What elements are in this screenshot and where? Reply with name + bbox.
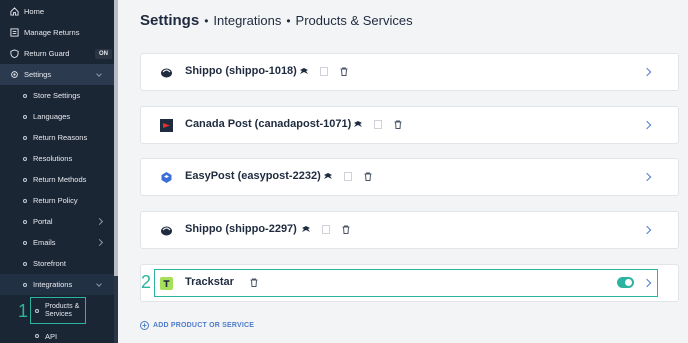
chevron-right-icon[interactable] <box>642 225 652 235</box>
sidebar-item-manage-returns[interactable]: Manage Returns <box>0 22 114 43</box>
sidebar-item-api[interactable]: API <box>0 327 114 343</box>
sidebar-item-return-policy[interactable]: Return Policy <box>0 190 114 211</box>
annotation-number-2: 2 <box>141 272 152 292</box>
add-label: ADD PRODUCT OR SERVICE <box>153 322 255 329</box>
sidebar-item-label: Return Guard <box>24 49 70 58</box>
breadcrumb-root[interactable]: Settings <box>140 12 199 29</box>
sidebar-item-label: Integrations <box>33 280 73 289</box>
shippo-logo-icon <box>160 224 173 237</box>
bullet-icon <box>35 334 39 338</box>
sidebar-item-label: Manage Returns <box>24 28 80 37</box>
chevron-right-icon[interactable] <box>642 67 652 77</box>
sidebar-item-label: Return Policy <box>33 196 78 205</box>
bug-icon[interactable] <box>353 119 363 129</box>
returns-icon <box>10 28 19 37</box>
sidebar-item-label: Store Settings <box>33 91 81 100</box>
sidebar-item-label: Portal <box>33 217 53 226</box>
copy-icon[interactable] <box>343 171 353 181</box>
sidebar-item-label: Home <box>24 7 45 16</box>
canadapost-logo-icon <box>160 119 173 132</box>
integration-name: Canada Post (canadapost-1071) <box>185 118 352 130</box>
bullet-icon <box>23 261 27 266</box>
sidebar-item-resolutions[interactable]: Resolutions <box>0 148 114 169</box>
breadcrumb-integrations[interactable]: Integrations <box>213 13 281 28</box>
sidebar-item-languages[interactable]: Languages <box>0 106 114 127</box>
chevron-right-icon <box>95 238 104 247</box>
shield-icon <box>10 49 19 58</box>
bullet-icon <box>23 135 27 140</box>
integration-card-easypost-2232[interactable]: EasyPost (easypost-2232) <box>140 158 679 196</box>
gear-icon <box>10 70 19 79</box>
sidebar-item-label: Storefront <box>33 259 66 268</box>
chevron-down-icon <box>96 280 102 287</box>
sidebar-scrollbar[interactable] <box>114 0 118 343</box>
copy-icon[interactable] <box>319 66 329 76</box>
trash-icon[interactable] <box>363 171 373 181</box>
sidebar-item-portal[interactable]: Portal <box>0 211 114 232</box>
plus-circle-icon: + <box>140 321 149 330</box>
breadcrumb: Settings • Integrations • Products & Ser… <box>140 12 413 29</box>
trash-icon[interactable] <box>393 119 403 129</box>
sidebar-item-integrations[interactable]: Integrations <box>0 274 114 295</box>
chevron-right-icon[interactable] <box>642 172 652 182</box>
sidebar: Home Manage Returns Return Guard ON Sett… <box>0 0 118 343</box>
sidebar-item-label: Return Reasons <box>33 133 88 142</box>
breadcrumb-separator: • <box>286 14 291 28</box>
annotation-box-1 <box>30 297 86 324</box>
copy-icon[interactable] <box>373 119 383 129</box>
integration-card-canadapost-1071[interactable]: Canada Post (canadapost-1071) <box>140 106 679 144</box>
bullet-icon <box>23 240 27 245</box>
add-product-or-service-button[interactable]: + ADD PRODUCT OR SERVICE <box>140 321 254 330</box>
chevron-right-icon <box>95 217 104 226</box>
sidebar-item-emails[interactable]: Emails <box>0 232 114 253</box>
sidebar-item-home[interactable]: Home <box>0 1 114 22</box>
easypost-logo-icon <box>160 171 173 184</box>
bug-icon[interactable] <box>301 224 311 234</box>
bullet-icon <box>23 282 27 287</box>
sidebar-item-label: Resolutions <box>33 154 73 163</box>
sidebar-item-storefront[interactable]: Storefront <box>0 253 114 274</box>
breadcrumb-separator: • <box>204 14 209 28</box>
status-badge: ON <box>95 48 112 59</box>
copy-icon[interactable] <box>321 224 331 234</box>
bullet-icon <box>23 114 27 119</box>
shippo-logo-icon <box>160 66 173 79</box>
home-icon <box>10 7 19 16</box>
sidebar-item-return-guard[interactable]: Return Guard ON <box>0 43 114 64</box>
chevron-down-icon <box>96 70 102 77</box>
annotation-number-1: 1 <box>18 301 29 321</box>
bullet-icon <box>23 93 27 98</box>
bullet-icon <box>23 198 27 203</box>
sidebar-item-return-reasons[interactable]: Return Reasons <box>0 127 114 148</box>
scrollbar-thumb[interactable] <box>114 0 118 276</box>
sidebar-item-return-methods[interactable]: Return Methods <box>0 169 114 190</box>
trash-icon[interactable] <box>341 224 351 234</box>
sidebar-item-label: Return Methods <box>33 175 87 184</box>
bullet-icon <box>23 156 27 161</box>
bullet-icon <box>23 177 27 182</box>
integration-card-shippo-1018[interactable]: Shippo (shippo-1018) <box>140 53 679 91</box>
sidebar-item-label: API <box>45 331 58 341</box>
integration-name: Shippo (shippo-2297) <box>185 223 297 235</box>
integration-name: Shippo (shippo-1018) <box>185 65 297 77</box>
chevron-right-icon[interactable] <box>642 120 652 130</box>
integration-card-shippo-2297[interactable]: Shippo (shippo-2297) <box>140 211 679 249</box>
integration-name: EasyPost (easypost-2232) <box>185 170 321 182</box>
sidebar-item-label: Languages <box>33 112 71 121</box>
breadcrumb-current: Products & Services <box>295 13 413 28</box>
sidebar-item-label: Settings <box>24 70 52 79</box>
annotation-box-2 <box>154 269 658 297</box>
bullet-icon <box>23 219 27 224</box>
sidebar-item-label: Emails <box>33 238 56 247</box>
bug-icon[interactable] <box>323 171 333 181</box>
sidebar-item-store-settings[interactable]: Store Settings <box>0 85 114 106</box>
trash-icon[interactable] <box>339 66 349 76</box>
sidebar-item-settings[interactable]: Settings <box>0 64 114 85</box>
bug-icon[interactable] <box>299 66 309 76</box>
